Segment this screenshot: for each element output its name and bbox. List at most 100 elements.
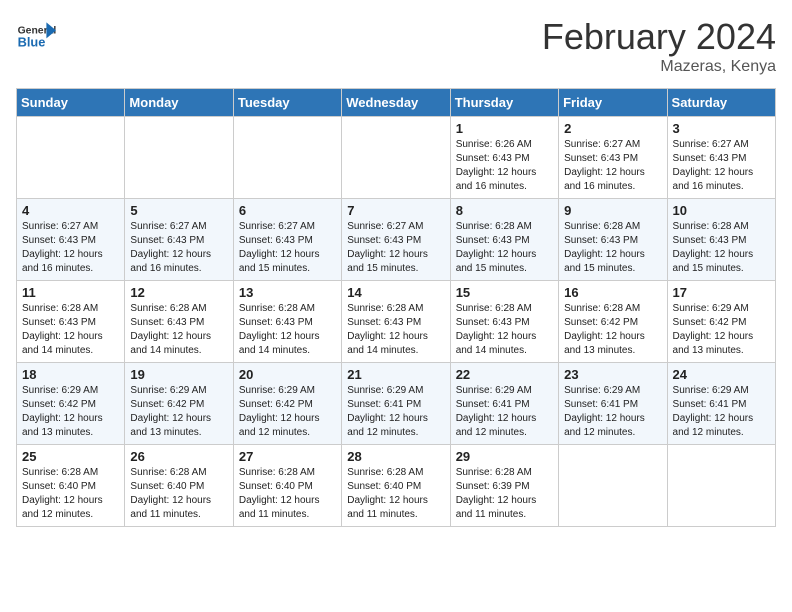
day-number: 27 [239, 449, 336, 464]
calendar-day-cell: 16 Sunrise: 6:28 AM Sunset: 6:42 PM Dayli… [559, 281, 667, 363]
calendar-day-cell: 7 Sunrise: 6:27 AM Sunset: 6:43 PM Daylig… [342, 199, 450, 281]
calendar-day-cell: 21 Sunrise: 6:29 AM Sunset: 6:41 PM Dayli… [342, 363, 450, 445]
day-info: Sunrise: 6:28 AM Sunset: 6:43 PM Dayligh… [239, 302, 336, 358]
location-subtitle: Mazeras, Kenya [542, 58, 776, 76]
day-number: 29 [456, 449, 553, 464]
calendar-day-cell: 20 Sunrise: 6:29 AM Sunset: 6:42 PM Dayli… [233, 363, 341, 445]
day-number: 11 [22, 285, 119, 300]
calendar-day-cell: 9 Sunrise: 6:28 AM Sunset: 6:43 PM Daylig… [559, 199, 667, 281]
day-info: Sunrise: 6:28 AM Sunset: 6:43 PM Dayligh… [456, 302, 553, 358]
day-info: Sunrise: 6:29 AM Sunset: 6:41 PM Dayligh… [564, 384, 661, 440]
calendar-body: 1 Sunrise: 6:26 AM Sunset: 6:43 PM Daylig… [17, 117, 776, 527]
day-number: 22 [456, 367, 553, 382]
day-info: Sunrise: 6:28 AM Sunset: 6:40 PM Dayligh… [130, 466, 227, 522]
day-info: Sunrise: 6:29 AM Sunset: 6:42 PM Dayligh… [239, 384, 336, 440]
calendar-day-cell: 28 Sunrise: 6:28 AM Sunset: 6:40 PM Dayli… [342, 445, 450, 527]
calendar-day-cell: 27 Sunrise: 6:28 AM Sunset: 6:40 PM Dayli… [233, 445, 341, 527]
day-number: 9 [564, 203, 661, 218]
calendar-day-cell: 18 Sunrise: 6:29 AM Sunset: 6:42 PM Dayli… [17, 363, 125, 445]
day-info: Sunrise: 6:29 AM Sunset: 6:41 PM Dayligh… [347, 384, 444, 440]
logo: General Blue [16, 16, 60, 56]
day-info: Sunrise: 6:28 AM Sunset: 6:43 PM Dayligh… [22, 302, 119, 358]
calendar-day-cell: 5 Sunrise: 6:27 AM Sunset: 6:43 PM Daylig… [125, 199, 233, 281]
day-number: 7 [347, 203, 444, 218]
day-number: 26 [130, 449, 227, 464]
day-info: Sunrise: 6:27 AM Sunset: 6:43 PM Dayligh… [564, 138, 661, 194]
month-title: February 2024 [542, 16, 776, 58]
day-number: 18 [22, 367, 119, 382]
day-number: 13 [239, 285, 336, 300]
day-info: Sunrise: 6:28 AM Sunset: 6:43 PM Dayligh… [564, 220, 661, 276]
day-number: 10 [673, 203, 770, 218]
calendar-day-cell: 25Sunrise: 6:28 AM Sunset: 6:40 PM Dayli… [17, 445, 125, 527]
day-info: Sunrise: 6:28 AM Sunset: 6:43 PM Dayligh… [347, 302, 444, 358]
day-number: 14 [347, 285, 444, 300]
calendar-day-cell: 24 Sunrise: 6:29 AM Sunset: 6:41 PM Dayli… [667, 363, 775, 445]
day-number: 15 [456, 285, 553, 300]
day-info: Sunrise: 6:27 AM Sunset: 6:43 PM Dayligh… [673, 138, 770, 194]
calendar-week-row: 1 Sunrise: 6:26 AM Sunset: 6:43 PM Daylig… [17, 117, 776, 199]
day-info: Sunrise: 6:28 AM Sunset: 6:40 PM Dayligh… [239, 466, 336, 522]
day-number: 2 [564, 121, 661, 136]
calendar-day-cell [667, 445, 775, 527]
calendar-week-row: 4 Sunrise: 6:27 AM Sunset: 6:43 PM Daylig… [17, 199, 776, 281]
title-block: February 2024 Mazeras, Kenya [542, 16, 776, 76]
calendar-day-cell: 2 Sunrise: 6:27 AM Sunset: 6:43 PM Daylig… [559, 117, 667, 199]
calendar-week-row: 11 Sunrise: 6:28 AM Sunset: 6:43 PM Dayli… [17, 281, 776, 363]
day-number: 17 [673, 285, 770, 300]
day-number: 6 [239, 203, 336, 218]
day-number: 4 [22, 203, 119, 218]
day-info: Sunrise: 6:28 AM Sunset: 6:43 PM Dayligh… [130, 302, 227, 358]
day-number: 20 [239, 367, 336, 382]
calendar-day-cell: 14 Sunrise: 6:28 AM Sunset: 6:43 PM Dayli… [342, 281, 450, 363]
day-info: Sunrise: 6:26 AM Sunset: 6:43 PM Dayligh… [456, 138, 553, 194]
day-info: Sunrise: 6:29 AM Sunset: 6:41 PM Dayligh… [673, 384, 770, 440]
day-number: 8 [456, 203, 553, 218]
day-info: Sunrise: 6:27 AM Sunset: 6:43 PM Dayligh… [130, 220, 227, 276]
weekday-header-cell: Friday [559, 89, 667, 117]
calendar-week-row: 25Sunrise: 6:28 AM Sunset: 6:40 PM Dayli… [17, 445, 776, 527]
day-info: Sunrise: 6:27 AM Sunset: 6:43 PM Dayligh… [22, 220, 119, 276]
page-header: General Blue February 2024 Mazeras, Keny… [16, 16, 776, 76]
calendar-day-cell: 1 Sunrise: 6:26 AM Sunset: 6:43 PM Daylig… [450, 117, 558, 199]
day-info: Sunrise: 6:28 AM Sunset: 6:42 PM Dayligh… [564, 302, 661, 358]
weekday-header-cell: Wednesday [342, 89, 450, 117]
calendar-day-cell [17, 117, 125, 199]
calendar-day-cell: 11 Sunrise: 6:28 AM Sunset: 6:43 PM Dayli… [17, 281, 125, 363]
calendar-day-cell: 19 Sunrise: 6:29 AM Sunset: 6:42 PM Dayli… [125, 363, 233, 445]
day-info: Sunrise: 6:28 AM Sunset: 6:43 PM Dayligh… [673, 220, 770, 276]
day-number: 28 [347, 449, 444, 464]
day-info: Sunrise: 6:29 AM Sunset: 6:41 PM Dayligh… [456, 384, 553, 440]
day-info: Sunrise: 6:29 AM Sunset: 6:42 PM Dayligh… [22, 384, 119, 440]
calendar-day-cell: 10 Sunrise: 6:28 AM Sunset: 6:43 PM Dayli… [667, 199, 775, 281]
calendar-table: SundayMondayTuesdayWednesdayThursdayFrid… [16, 88, 776, 527]
calendar-day-cell [342, 117, 450, 199]
calendar-day-cell: 13 Sunrise: 6:28 AM Sunset: 6:43 PM Dayli… [233, 281, 341, 363]
weekday-header-cell: Saturday [667, 89, 775, 117]
day-number: 3 [673, 121, 770, 136]
calendar-day-cell: 4 Sunrise: 6:27 AM Sunset: 6:43 PM Daylig… [17, 199, 125, 281]
day-number: 16 [564, 285, 661, 300]
calendar-day-cell: 3 Sunrise: 6:27 AM Sunset: 6:43 PM Daylig… [667, 117, 775, 199]
day-number: 21 [347, 367, 444, 382]
day-info: Sunrise: 6:28 AM Sunset: 6:40 PM Dayligh… [347, 466, 444, 522]
weekday-header-cell: Thursday [450, 89, 558, 117]
day-number: 19 [130, 367, 227, 382]
calendar-day-cell: 8 Sunrise: 6:28 AM Sunset: 6:43 PM Daylig… [450, 199, 558, 281]
weekday-header-cell: Tuesday [233, 89, 341, 117]
day-number: 1 [456, 121, 553, 136]
calendar-day-cell: 26 Sunrise: 6:28 AM Sunset: 6:40 PM Dayli… [125, 445, 233, 527]
svg-text:Blue: Blue [18, 34, 46, 49]
day-info: Sunrise: 6:28 AM Sunset: 6:40 PM Dayligh… [22, 466, 119, 522]
calendar-day-cell: 12Sunrise: 6:28 AM Sunset: 6:43 PM Dayli… [125, 281, 233, 363]
day-number: 5 [130, 203, 227, 218]
calendar-day-cell: 23Sunrise: 6:29 AM Sunset: 6:41 PM Dayli… [559, 363, 667, 445]
calendar-day-cell: 17 Sunrise: 6:29 AM Sunset: 6:42 PM Dayli… [667, 281, 775, 363]
weekday-header-row: SundayMondayTuesdayWednesdayThursdayFrid… [17, 89, 776, 117]
day-info: Sunrise: 6:28 AM Sunset: 6:43 PM Dayligh… [456, 220, 553, 276]
day-info: Sunrise: 6:29 AM Sunset: 6:42 PM Dayligh… [130, 384, 227, 440]
day-info: Sunrise: 6:29 AM Sunset: 6:42 PM Dayligh… [673, 302, 770, 358]
day-info: Sunrise: 6:27 AM Sunset: 6:43 PM Dayligh… [347, 220, 444, 276]
logo-svg: General Blue [16, 16, 56, 56]
day-number: 24 [673, 367, 770, 382]
